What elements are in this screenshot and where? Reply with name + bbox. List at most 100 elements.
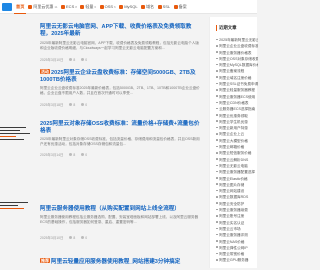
sidebar-title: 近期文章	[216, 25, 237, 31]
bullet-icon	[216, 57, 218, 60]
article-title[interactable]: 阿里云无影云电脑官网、APP下载、收费价格表及免费领取教程，2025年最新	[40, 24, 202, 38]
article-title-text: 阿里云服务器使用教程（从购买配置到网站上线全流程）	[40, 206, 180, 212]
bullet-icon	[216, 183, 218, 186]
eye-icon	[69, 103, 73, 106]
article-card: 推荐 阿里云轻量应用服务器使用教程_网站搭建3分钟搞定	[38, 258, 202, 270]
bullet-icon	[216, 246, 218, 248]
article-card: 活动 2025阿里云企业云盘收费标准：存储空间5000GB、2TB及1000TB价…	[38, 69, 202, 111]
article-title[interactable]: 推荐 阿里云轻量应用服务器使用教程_网站搭建3分钟搞定	[40, 258, 202, 266]
nav-item-filing[interactable]: 备案	[173, 4, 187, 10]
nav-home-tab[interactable]: 首页	[14, 0, 27, 14]
recent-post-link[interactable]: 阿里云GPU服务器	[216, 257, 258, 263]
nav-item-oss[interactable]: OSS 6	[99, 4, 116, 9]
thumb-up-icon	[81, 58, 85, 61]
article-excerpt: 2025年最新阿里云对象存储OSS收费标准，包括流量价格、存储费用和流量包价格表…	[40, 137, 200, 147]
thumb-up-icon	[81, 153, 85, 156]
nav-item-aliyun-offers[interactable]: 阿里云优惠 11	[28, 4, 58, 10]
article-date: 2025年3月10日	[40, 236, 64, 240]
recent-post-label: 阿里云CDN价格表	[219, 100, 249, 105]
article-title[interactable]: 阿里云服务器使用教程（从购买配置到网站上线全流程）	[40, 206, 202, 213]
nav-item-mysql[interactable]: MySQL	[119, 4, 138, 9]
article-title-text: 阿里云轻量应用服务器使用教程_网站搭建3分钟搞定	[51, 259, 181, 265]
bullet-icon	[216, 95, 218, 97]
recent-post-label: 阿里云数据库RDS	[219, 195, 249, 200]
bullet-icon	[216, 76, 218, 78]
recent-post-label: 阿里云云市场	[219, 226, 241, 231]
bullet-icon	[216, 114, 218, 116]
bullet-icon	[216, 120, 218, 123]
views-count: 8	[69, 103, 75, 107]
article-title[interactable]: 活动 2025阿里云企业云盘收费标准：存储空间5000GB、2TB及1000TB价…	[40, 69, 202, 84]
bullet-icon	[216, 240, 218, 242]
recent-post-label: 阿里云图片存储	[219, 182, 245, 187]
likes-count: 0	[81, 58, 87, 62]
article-card: 阿里云服务器使用教程（从购买配置到网站上线全流程） 阿里云服务器使用教程包括云服…	[0, 202, 202, 252]
bullet-icon	[216, 44, 218, 47]
nav-item-label: 轻量	[85, 3, 94, 9]
folder-icon	[80, 4, 85, 9]
nav-item-label: MySQL	[124, 4, 138, 9]
article-tag: 推荐	[40, 258, 50, 263]
bullet-icon	[216, 196, 218, 198]
recent-post-label: 阿里云大模型价格	[219, 138, 248, 143]
recent-post-label: 阿里云带宽价格	[219, 252, 245, 257]
recent-post-link[interactable]: 阿里云服务器配置选择	[216, 169, 258, 175]
article-thumbnail[interactable]	[0, 198, 36, 224]
bullet-icon	[216, 252, 218, 255]
sidebar: 近期文章 2025年最新阿里云无影云电脑官网阿里云企业云盘收费标准阿里云服务器价…	[209, 17, 258, 268]
bullet-icon	[216, 164, 218, 167]
recent-post-label: 阿里云服务器配置选择	[219, 170, 256, 175]
nav-item-domain[interactable]: 域名	[141, 4, 154, 10]
eye-icon	[69, 236, 73, 239]
likes-count: 0	[81, 103, 87, 107]
recent-post-label: 阿里云邮箱价格	[219, 145, 245, 150]
article-card: 阿里云无影云电脑官网、APP下载、收费价格表及免费领取教程，2025年最新 20…	[38, 17, 202, 65]
bullet-icon	[216, 70, 218, 72]
article-title-text: 2025阿里云对象存储OSS收费标准：流量价格+存储费+流量包价格表	[40, 121, 200, 134]
recent-post-label: 阿里云服务器续费	[219, 208, 248, 213]
likes-count: 0	[81, 153, 87, 157]
article-excerpt: 阿里云服务器使用教程包括云服务器选购、配置、安装宝塔面板和网站部署上线，以及阿里…	[40, 215, 199, 225]
site-logo[interactable]	[2, 2, 12, 11]
nav-item-ssl[interactable]: SSL	[157, 4, 171, 9]
nav-item-count: 8	[75, 4, 77, 9]
article-title[interactable]: 2025阿里云对象存储OSS收费标准：流量价格+存储费+流量包价格表	[40, 121, 202, 135]
article-meta: 2025年3月10日 8 0	[40, 57, 93, 63]
recent-post-label: 阿里云网站建设	[219, 189, 245, 194]
article-thumbnail[interactable]	[0, 123, 36, 149]
bullet-icon	[216, 126, 218, 129]
views-count: 8	[69, 153, 75, 157]
nav-item-ecs[interactable]: ECS 8	[61, 4, 77, 9]
nav-item-lightweight[interactable]: 轻量 6	[80, 4, 96, 10]
recent-post-label: 阿里云服务器ECS使用	[219, 94, 256, 99]
article-date: 2025年3月10日	[40, 58, 64, 62]
article-title-text: 2025阿里云企业云盘收费标准：存储空间5000GB、2TB及1000TB价格表	[40, 70, 196, 83]
recent-post-label: 阿里云企业上云	[219, 132, 245, 137]
recent-post-label: 阿里云云解析DNS	[219, 157, 249, 162]
recent-post-label: 阿里云SSL证书免费申请	[219, 82, 258, 87]
recent-post-link[interactable]: 阿里云轻量服务器教程	[216, 87, 258, 93]
recent-post-label: 阿里云优惠券领取	[219, 113, 248, 118]
thumb-up-icon	[81, 236, 85, 239]
recent-post-label: 阿里云OSS对象存储收费	[219, 56, 258, 61]
folder-icon	[157, 4, 162, 9]
article-title-text: 阿里云无影云电脑官网、APP下载、收费价格表及免费领取教程，2025年最新	[40, 24, 192, 37]
bullet-icon	[216, 221, 218, 223]
recent-post-label: 阿里云短信服务价格	[219, 151, 252, 156]
recent-post-label: 阿里云安全防护	[219, 201, 245, 206]
recent-post-link[interactable]: 云服务器ECS选择指南	[216, 106, 258, 112]
nav-item-label: ECS	[66, 4, 75, 9]
bullet-icon	[216, 158, 218, 160]
nav-item-label: 域名	[146, 3, 155, 9]
article-excerpt: 2025年最新阿里云无影云电脑官网、APP下载、收费价格表及免费领取教程，包括无…	[40, 41, 199, 51]
recent-post-label: 2025年最新阿里云无影云电脑官网	[219, 38, 258, 42]
folder-icon	[119, 4, 124, 9]
article-excerpt: 阿里云企业云盘收费标准2025年最新价格表，包括5000GB、2TB、1TB、1…	[40, 86, 200, 96]
thumb-up-icon	[81, 103, 85, 106]
recent-post-link[interactable]: 阿里云企业云盘收费标准	[216, 43, 258, 49]
bullet-icon	[216, 82, 218, 85]
views-count: 8	[69, 236, 75, 240]
nav-item-label: SSL	[162, 4, 171, 9]
top-navigation-bar: 首页 阿里云优惠 11 ECS 8 轻量 6 OSS 6 MySQL 域名 SSL 备案	[0, 0, 257, 14]
bullet-icon	[216, 177, 218, 179]
